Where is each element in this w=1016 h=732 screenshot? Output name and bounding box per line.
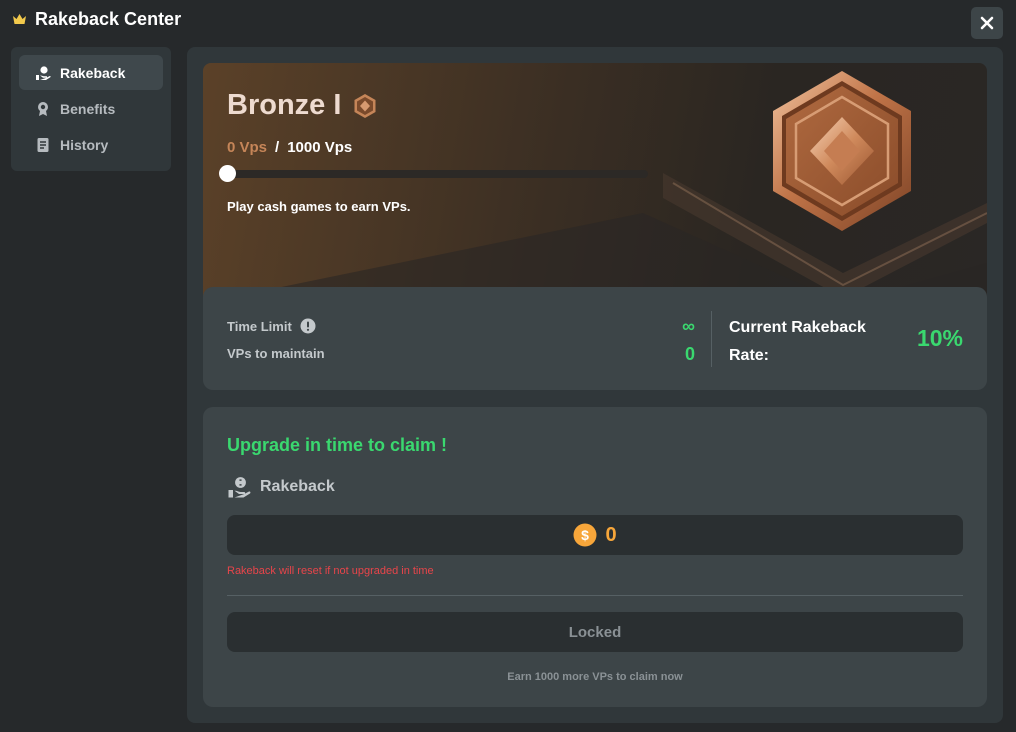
vps-progress-bar [219,165,648,182]
earn-hint: Play cash games to earn VPs. [227,199,411,214]
document-icon [37,137,49,152]
time-limit-text: Time Limit [227,318,292,334]
claim-card: Upgrade in time to claim ! Rakeback $ 0 … [203,407,987,707]
time-limit-value: ∞ [682,316,695,336]
time-limit-label: Time Limit [227,318,316,334]
svg-text:$: $ [582,527,590,543]
vps-maintain-value: 0 [684,344,695,364]
claim-divider [227,595,963,596]
rakeback-section-label: Rakeback [227,475,335,499]
sidebar: Rakeback Benefits History [11,47,171,171]
earn-more-note: Earn 1000 more VPs to claim now [507,671,683,683]
hand-coin-icon [36,65,51,80]
main-panel: Bronze I 0 Vps / 1000 Vps Play cash game… [187,47,1003,723]
sidebar-item-label: History [60,136,109,153]
crown-icon [13,14,26,24]
vps-separator: / [275,139,280,156]
locked-claim-button[interactable]: Locked [227,612,963,652]
tier-title-row: Bronze I [227,89,377,122]
coin-icon: $ [573,523,597,547]
vps-maintain-label: VPs to maintain [227,346,325,361]
vps-progress-text: 0 Vps / 1000 Vps [227,139,352,156]
close-icon [980,16,994,30]
sidebar-item-benefits[interactable]: Benefits [19,91,163,126]
rakeback-rate-value: 10% [916,325,963,351]
stats-divider [711,311,712,367]
sidebar-item-history[interactable]: History [19,127,163,162]
sidebar-item-rakeback[interactable]: Rakeback [19,55,163,90]
claim-heading: Upgrade in time to claim ! [227,435,448,455]
progress-knob [219,165,236,182]
reset-warning: Rakeback will reset if not upgraded in t… [227,565,434,577]
tier-stats-card: Time Limit ∞ VPs to maintain 0 Current R… [203,287,987,390]
sidebar-item-label: Benefits [60,100,116,117]
bronze-badge-icon [773,71,911,231]
rakeback-amount-box: $ 0 [227,515,963,555]
rakeback-rate-label: Current Rakeback Rate: [729,319,866,364]
bronze-tier-icon [354,93,376,118]
tier-hero: Bronze I 0 Vps / 1000 Vps Play cash game… [203,63,987,303]
rakeback-label-text: Rakeback [260,478,335,495]
tier-name: Bronze I [227,89,342,121]
vps-current: 0 Vps [227,139,268,156]
app-title: Rakeback Center [35,8,182,29]
medal-icon [38,101,48,116]
close-button[interactable] [971,7,1003,39]
title-bar: Rakeback Center [12,8,181,30]
info-icon[interactable] [300,318,316,334]
sidebar-item-label: Rakeback [60,64,126,81]
rakeback-amount: 0 [605,523,617,546]
hand-coin-icon [228,477,251,498]
vps-target: 1000 Vps [287,139,353,156]
